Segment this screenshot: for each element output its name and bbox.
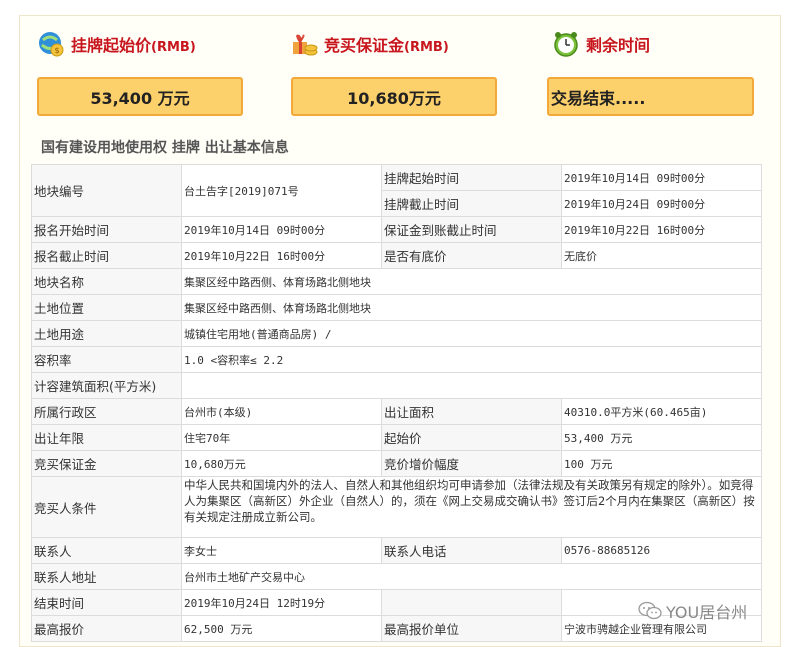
- remaining-value: 交易结束.....: [547, 77, 754, 116]
- land-info-table: 地块编号 台土告字[2019]071号 挂牌起始时间 2019年10月14日 0…: [31, 164, 762, 642]
- deposit-unit: (RMB): [404, 40, 449, 55]
- row-value: 0576-88685126: [561, 537, 762, 564]
- row-key: 是否有底价: [381, 242, 562, 269]
- row-value: 40310.0平方米(60.465亩): [561, 398, 762, 425]
- row-value: 台土告字[2019]071号: [181, 164, 382, 217]
- alarm-clock-icon: [554, 32, 578, 57]
- deposit-label: 竞买保证金: [324, 36, 405, 55]
- row-key: 地块编号: [31, 164, 182, 217]
- table-row: 计容建筑面积(平方米): [31, 372, 762, 399]
- row-key: 保证金到账截止时间: [381, 216, 562, 243]
- row-value: 10,680万元: [181, 450, 382, 477]
- row-key: 出让面积: [381, 398, 562, 425]
- row-key: 所属行政区: [31, 398, 182, 425]
- row-value: [181, 372, 762, 399]
- remaining-header: 剩余时间: [552, 30, 650, 58]
- row-value: 2019年10月14日 09时00分: [181, 216, 382, 243]
- start-price-unit: (RMB): [151, 40, 196, 55]
- row-value: 台州市土地矿产交易中心: [181, 563, 762, 590]
- row-value: 2019年10月22日 16时00分: [181, 242, 382, 269]
- row-key: 报名截止时间: [31, 242, 182, 269]
- watermark-text: YOU居台州: [666, 603, 748, 622]
- row-key: 报名开始时间: [31, 216, 182, 243]
- row-value: 53,400 万元: [561, 424, 762, 451]
- row-key: 土地用途: [31, 320, 182, 347]
- row-value: 2019年10月24日 09时00分: [561, 190, 762, 217]
- row-key: 挂牌截止时间: [381, 190, 562, 217]
- svg-text:$: $: [54, 46, 59, 55]
- row-key: 最高报价: [31, 615, 182, 642]
- table-row: 报名开始时间 2019年10月14日 09时00分 保证金到账截止时间 2019…: [31, 216, 762, 243]
- money-globe-icon: $: [39, 32, 64, 57]
- table-row: 联系人地址 台州市土地矿产交易中心: [31, 563, 762, 590]
- row-key: 出让年限: [31, 424, 182, 451]
- table-row: 土地用途 城镇住宅用地(普通商品房) /: [31, 320, 762, 347]
- row-key: 竞买保证金: [31, 450, 182, 477]
- row-value: 100 万元: [561, 450, 762, 477]
- table-row: 地块编号 台土告字[2019]071号 挂牌起始时间 2019年10月14日 0…: [31, 164, 762, 217]
- row-value: 中华人民共和国境内外的法人、自然人和其他组织均可申请参加（法律法规及有关政策另有…: [181, 476, 762, 538]
- row-key: [381, 589, 562, 616]
- table-row: 出让年限 住宅70年 起始价 53,400 万元: [31, 424, 762, 451]
- start-price-value: 53,400 万元: [37, 77, 243, 116]
- row-value: 2019年10月22日 16时00分: [561, 216, 762, 243]
- row-key: 土地位置: [31, 294, 182, 321]
- wechat-icon: [638, 601, 662, 620]
- start-price-header: $ 挂牌起始价(RMB): [37, 30, 196, 58]
- row-key: 结束时间: [31, 589, 182, 616]
- row-value: 台州市(本级): [181, 398, 382, 425]
- deposit-value: 10,680万元: [291, 77, 497, 116]
- deposit-header: 竞买保证金(RMB): [290, 30, 449, 58]
- row-key: 挂牌起始时间: [381, 164, 562, 191]
- table-row: 竞买保证金 10,680万元 竞价增价幅度 100 万元: [31, 450, 762, 477]
- row-key: 容积率: [31, 346, 182, 373]
- row-key: 地块名称: [31, 268, 182, 295]
- row-key: 最高报价单位: [381, 615, 562, 642]
- row-key: 起始价: [381, 424, 562, 451]
- table-row: 土地位置 集聚区经中路西侧、体育场路北侧地块: [31, 294, 762, 321]
- row-value: 2019年10月24日 12时19分: [181, 589, 382, 616]
- row-key: 竞买人条件: [31, 476, 182, 538]
- section-title: 国有建设用地使用权 挂牌 出让基本信息: [41, 140, 289, 156]
- gift-coins-icon: [293, 34, 318, 56]
- table-row: 联系人 李女士 联系人电话 0576-88685126: [31, 537, 762, 564]
- remaining-label: 剩余时间: [586, 36, 651, 55]
- row-value: 集聚区经中路西侧、体育场路北侧地块: [181, 294, 762, 321]
- start-price-label: 挂牌起始价: [71, 36, 152, 55]
- row-key: 联系人: [31, 537, 182, 564]
- table-row: 所属行政区 台州市(本级) 出让面积 40310.0平方米(60.465亩): [31, 398, 762, 425]
- row-value: 集聚区经中路西侧、体育场路北侧地块: [181, 268, 762, 295]
- table-row: 竞买人条件 中华人民共和国境内外的法人、自然人和其他组织均可申请参加（法律法规及…: [31, 476, 762, 538]
- row-key: 联系人地址: [31, 563, 182, 590]
- row-key: 计容建筑面积(平方米): [31, 372, 182, 399]
- table-row: 容积率 1.0 <容积率≤ 2.2: [31, 346, 762, 373]
- table-row: 地块名称 集聚区经中路西侧、体育场路北侧地块: [31, 268, 762, 295]
- row-value: 62,500 万元: [181, 615, 382, 642]
- row-value: 无底价: [561, 242, 762, 269]
- table-row: 报名截止时间 2019年10月22日 16时00分 是否有底价 无底价: [31, 242, 762, 269]
- row-value: 李女士: [181, 537, 382, 564]
- row-value: 城镇住宅用地(普通商品房) /: [181, 320, 762, 347]
- row-key: 竞价增价幅度: [381, 450, 562, 477]
- row-value: 住宅70年: [181, 424, 382, 451]
- row-value: 1.0 <容积率≤ 2.2: [181, 346, 762, 373]
- row-key: 联系人电话: [381, 537, 562, 564]
- row-value: 2019年10月14日 09时00分: [561, 164, 762, 191]
- watermark: YOU居台州: [638, 599, 747, 623]
